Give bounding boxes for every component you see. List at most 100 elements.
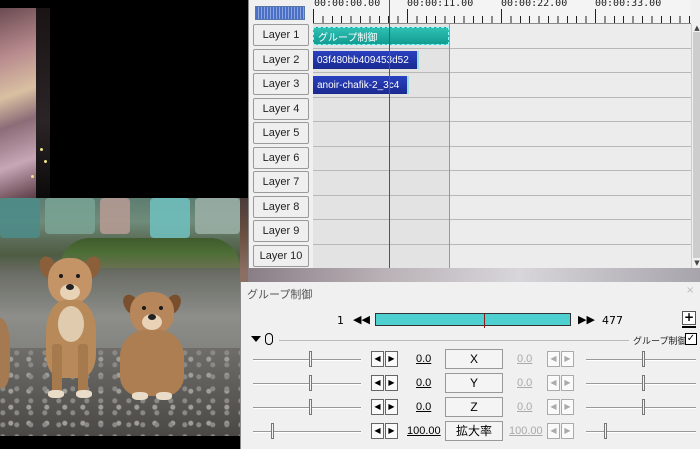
group-control-option-label: グループ制御 — [633, 336, 687, 346]
end-slider[interactable] — [586, 383, 696, 385]
start-value[interactable]: 0.0 — [416, 377, 431, 389]
seek-prev-icon[interactable]: ◀◀ — [353, 312, 370, 328]
clip-group-control[interactable]: グループ制御 — [313, 27, 449, 45]
start-slider-knob[interactable] — [271, 423, 274, 439]
scroll-up-icon[interactable]: ▲ — [693, 24, 700, 32]
spark-dot — [31, 175, 34, 178]
layer-button[interactable]: Layer 6 — [253, 146, 309, 169]
decrement-button[interactable]: ◀ — [371, 399, 384, 415]
param-button-scale[interactable]: 拡大率 — [445, 421, 503, 441]
layer-button[interactable]: Layer 1 — [253, 24, 309, 46]
decrement-button[interactable]: ◀ — [371, 423, 384, 439]
layer-button[interactable]: Layer 4 — [253, 97, 309, 120]
start-value[interactable]: 0.0 — [416, 353, 431, 365]
start-slider[interactable] — [253, 407, 361, 409]
bokeh — [0, 198, 40, 238]
end-increment-button[interactable]: ▶ — [561, 423, 574, 439]
seek-marker[interactable] — [484, 314, 485, 328]
bokeh — [150, 198, 190, 238]
ruler-major-tick — [313, 9, 314, 23]
scrollbar-thumb[interactable] — [693, 32, 700, 258]
end-decrement-button[interactable]: ◀ — [547, 351, 560, 367]
clip-media[interactable]: anoir-chafik-2_3c4 — [313, 76, 409, 94]
video-preview — [0, 0, 248, 449]
start-slider[interactable] — [253, 359, 361, 361]
group-control-panel: グループ制御 × 1 ◀◀ ▶▶ 477 + グループ制御 ✓ ◀ ▶ 0.0 … — [240, 282, 700, 449]
ruler-major-tick — [501, 9, 502, 23]
spark-dot — [44, 160, 47, 163]
decrement-button[interactable]: ◀ — [371, 375, 384, 391]
end-increment-button[interactable]: ▶ — [561, 399, 574, 415]
end-slider[interactable] — [586, 431, 696, 433]
preview-image-top — [0, 8, 36, 198]
track-row — [313, 245, 691, 269]
close-icon[interactable]: × — [686, 286, 696, 296]
layer-button[interactable]: Layer 5 — [253, 122, 309, 144]
layer-button[interactable]: Layer 10 — [253, 244, 309, 267]
frame-seek-row: 1 ◀◀ ▶▶ 477 + — [241, 310, 700, 332]
scene-end-line — [449, 24, 450, 268]
panel-title: グループ制御 — [247, 289, 313, 301]
start-slider-knob[interactable] — [309, 351, 312, 367]
preview-image-puppies — [0, 198, 240, 436]
param-button-y[interactable]: Y — [445, 373, 503, 393]
layer-button[interactable]: Layer 7 — [253, 171, 309, 193]
bokeh — [195, 198, 240, 234]
end-slider[interactable] — [586, 359, 696, 361]
end-slider-knob[interactable] — [604, 423, 607, 439]
end-value[interactable]: 100.00 — [509, 425, 543, 437]
end-slider-knob[interactable] — [642, 351, 645, 367]
dog-right — [112, 288, 192, 408]
bokeh — [45, 198, 95, 234]
layer-button[interactable]: Layer 9 — [253, 220, 309, 242]
end-slider[interactable] — [586, 407, 696, 409]
start-slider[interactable] — [253, 431, 361, 433]
end-increment-button[interactable]: ▶ — [561, 351, 574, 367]
scroll-down-icon[interactable]: ▼ — [693, 259, 700, 267]
layer-button[interactable]: Layer 2 — [253, 48, 309, 71]
param-button-x[interactable]: X — [445, 349, 503, 369]
zoom-slider[interactable] — [255, 6, 305, 20]
collapse-triangle-icon[interactable] — [251, 336, 261, 342]
increment-button[interactable]: ▶ — [385, 375, 398, 391]
layer-button[interactable]: Layer 8 — [253, 195, 309, 218]
seek-next-icon[interactable]: ▶▶ — [578, 312, 595, 328]
ruler-label: 00:00:22.00 — [501, 0, 568, 9]
start-slider-knob[interactable] — [309, 375, 312, 391]
end-slider-knob[interactable] — [642, 399, 645, 415]
playhead[interactable] — [389, 0, 390, 268]
layer-button[interactable]: Layer 3 — [253, 73, 309, 95]
increment-button[interactable]: ▶ — [385, 423, 398, 439]
decrement-button[interactable]: ◀ — [371, 351, 384, 367]
param-button-z[interactable]: Z — [445, 397, 503, 417]
end-decrement-button[interactable]: ◀ — [547, 423, 560, 439]
minus-bar[interactable] — [682, 326, 696, 328]
end-value[interactable]: 0.0 — [517, 401, 532, 413]
end-decrement-button[interactable]: ◀ — [547, 399, 560, 415]
spark-dot — [40, 148, 43, 151]
start-slider-knob[interactable] — [309, 399, 312, 415]
plus-button[interactable]: + — [682, 311, 696, 325]
time-ruler[interactable]: 00:00:00.00 00:00:11.00 00:00:22.00 00:0… — [313, 0, 691, 24]
end-increment-button[interactable]: ▶ — [561, 375, 574, 391]
end-slider-knob[interactable] — [642, 375, 645, 391]
increment-button[interactable]: ▶ — [385, 399, 398, 415]
end-decrement-button[interactable]: ◀ — [547, 375, 560, 391]
preview-edge-strip — [240, 198, 248, 290]
frame-start: 1 — [337, 314, 344, 327]
start-slider[interactable] — [253, 383, 361, 385]
frame-end: 477 — [602, 314, 623, 327]
start-value[interactable]: 100.00 — [407, 425, 441, 437]
track-row — [313, 147, 691, 171]
clip-media[interactable]: 03f480bb409453d52 — [313, 51, 419, 69]
timeline-scrollbar[interactable]: ▲ ▼ — [691, 24, 700, 268]
track-area[interactable]: グループ制御 03f480bb409453d52 anoir-chafik-2_… — [313, 24, 691, 269]
end-value[interactable]: 0.0 — [517, 377, 532, 389]
track-row — [313, 98, 691, 122]
start-value[interactable]: 0.0 — [416, 401, 431, 413]
frame-seek-bar[interactable] — [375, 313, 571, 328]
track-row — [313, 196, 691, 220]
group-control-checkbox[interactable]: ✓ — [685, 333, 697, 345]
end-value[interactable]: 0.0 — [517, 353, 532, 365]
increment-button[interactable]: ▶ — [385, 351, 398, 367]
